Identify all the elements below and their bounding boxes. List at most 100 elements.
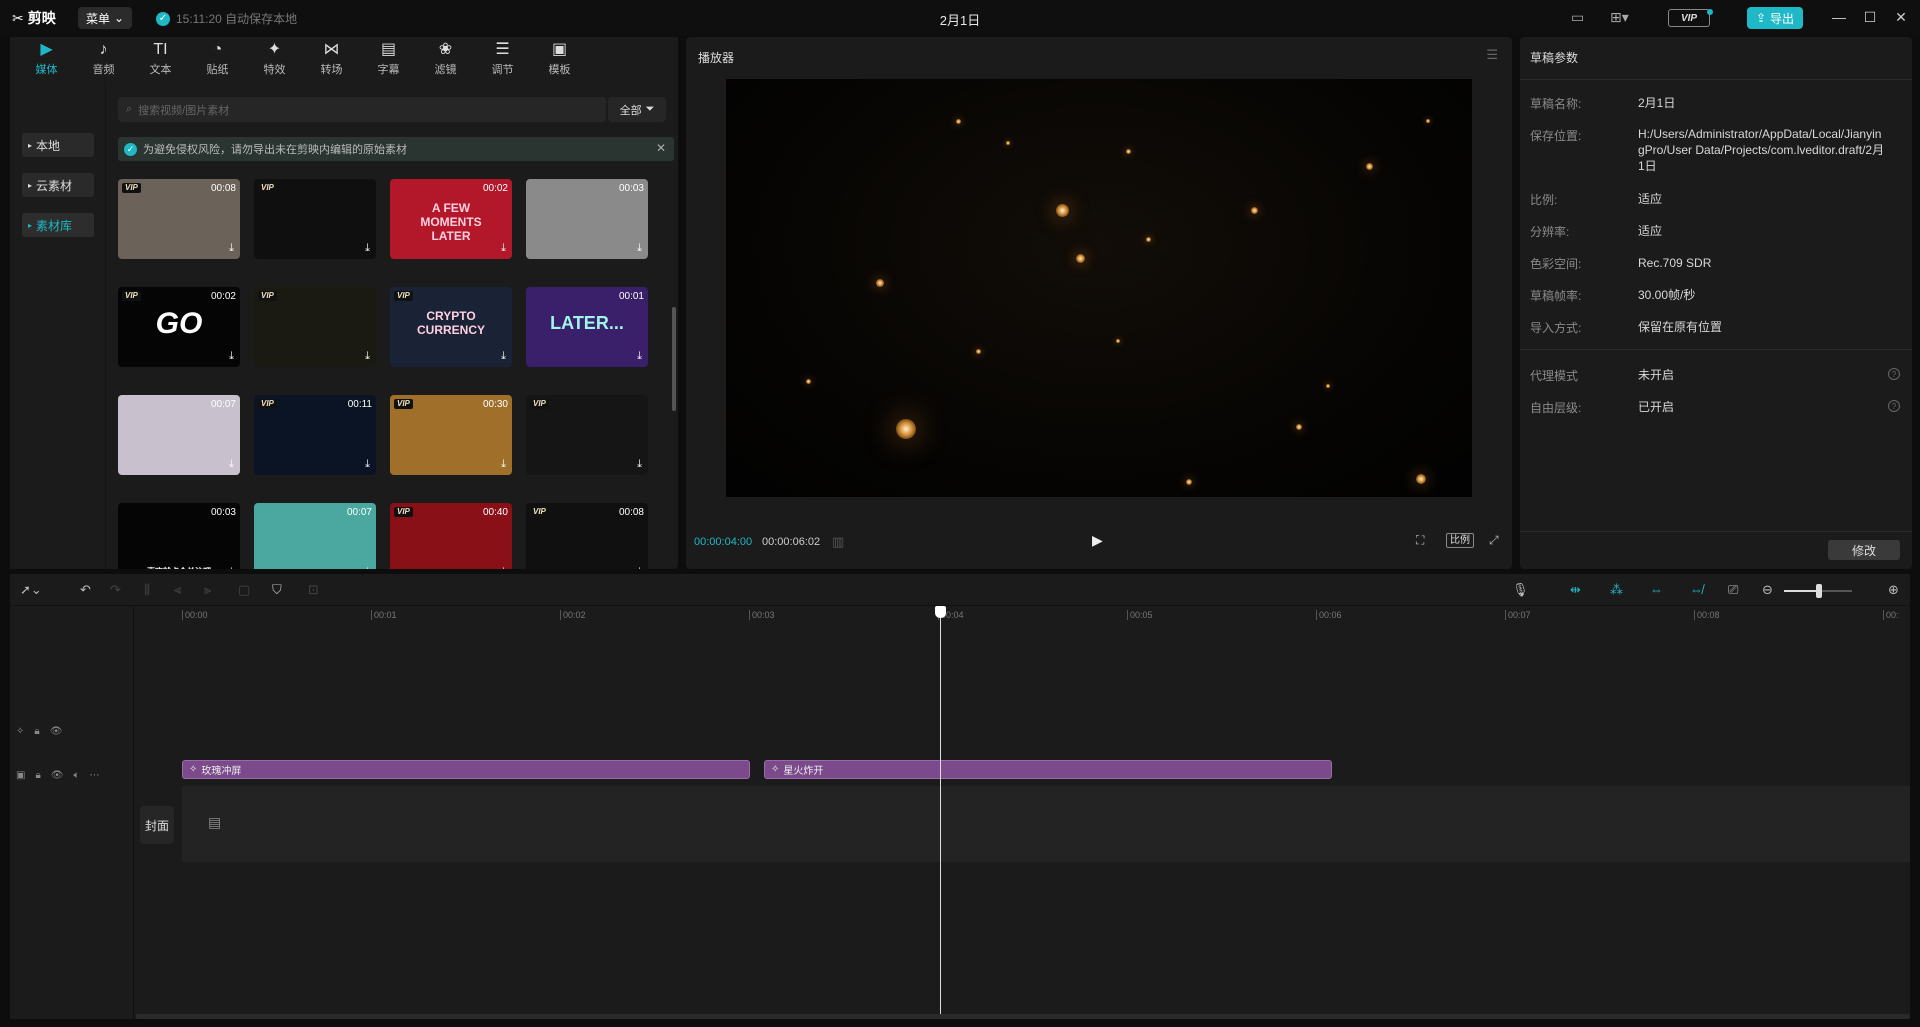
ratio-button[interactable]: 比例 [1446, 533, 1474, 548]
linkage-icon[interactable]: ⇎ [1690, 582, 1703, 597]
download-icon[interactable]: ⤓ [229, 242, 234, 255]
play-icon[interactable]: ▶ [1092, 532, 1103, 549]
download-icon[interactable]: ⤓ [637, 350, 642, 363]
video-preview[interactable] [726, 79, 1472, 497]
link-icon[interactable]: ⁂ [1610, 582, 1623, 598]
media-thumbnail[interactable]: 00:07 ⤓ [118, 395, 240, 475]
download-icon[interactable]: ⤓ [637, 242, 642, 255]
effect-clip[interactable]: ✧ 星火炸开 [764, 760, 1332, 779]
download-icon[interactable]: ⤓ [229, 566, 234, 569]
media-thumbnail[interactable]: 00:03 ⤓ [526, 179, 648, 259]
microphone-icon[interactable]: 🎙 [1512, 582, 1529, 598]
download-icon[interactable]: ⤓ [501, 566, 506, 569]
export-button[interactable]: ⇪ 导出 [1747, 7, 1803, 29]
media-thumbnail[interactable]: VIP 00:40 ⤓ [390, 503, 512, 569]
zoom-out-icon[interactable]: ⊖ [1762, 582, 1773, 598]
time-ruler[interactable]: 00:00 00:01 00:02 00:03 00:04 00:05 00:06 00:07… [182, 610, 1910, 628]
media-thumbnail[interactable]: VIP 00:02 GO ⤓ [118, 287, 240, 367]
lock-icon[interactable]: 🔒︎ [34, 726, 39, 737]
tab-filter[interactable]: ❀ 滤镜 [417, 37, 474, 81]
minimize-icon[interactable]: — [1829, 9, 1849, 25]
media-thumbnail[interactable]: VIP 00:08 ⤓ [526, 503, 648, 569]
download-icon[interactable]: ⤓ [365, 458, 370, 471]
menu-button[interactable]: 菜单 ⌄ [78, 7, 132, 29]
media-thumbnail[interactable]: VIP 00:11 ⤓ [254, 395, 376, 475]
marker-icon[interactable]: ⛉ [272, 582, 282, 598]
playhead[interactable] [940, 612, 941, 1014]
close-icon[interactable]: ✕ [656, 141, 666, 155]
snap-icon[interactable]: ⇹ [1570, 582, 1581, 598]
zoom-slider-handle[interactable] [1816, 584, 1822, 598]
tab-effect[interactable]: ✦ 特效 [246, 37, 303, 81]
playhead-handle[interactable] [935, 606, 946, 618]
waveform-icon[interactable]: ▥ [832, 534, 844, 550]
menu-lines-icon[interactable]: ☰ [1486, 47, 1498, 63]
media-thumbnail[interactable]: VIP 00:08 ⤓ [118, 179, 240, 259]
horizontal-scrollbar[interactable] [136, 1014, 1910, 1019]
help-icon[interactable]: ? [1888, 368, 1900, 380]
media-thumbnail[interactable]: VIP ⤓ [254, 287, 376, 367]
media-thumbnail[interactable]: VIP CRYPTO CURRENCY ⤓ [390, 287, 512, 367]
tab-media[interactable]: ▶ 媒体 [18, 37, 75, 81]
screenshot-icon[interactable]: ⎚ [1728, 582, 1738, 598]
media-thumbnail[interactable]: 00:07 ⤓ [254, 503, 376, 569]
trim-left-icon[interactable]: ⫷ [174, 582, 181, 598]
media-thumbnail[interactable]: 00:03 喜欢就点个关注吧⤓ [118, 503, 240, 569]
modify-button[interactable]: 修改 [1828, 540, 1900, 560]
eye-icon[interactable]: 👁︎ [50, 726, 63, 737]
media-thumbnail[interactable]: VIP 00:30 ⤓ [390, 395, 512, 475]
tab-audio[interactable]: ♪ 音频 [75, 37, 132, 81]
volume-icon[interactable]: 🔈︎ [73, 770, 79, 781]
search-input[interactable]: ⌕ 搜索视频/图片素材 [118, 97, 606, 122]
maximize-icon[interactable]: ☐ [1860, 9, 1880, 26]
split-icon[interactable]: ⫼ [144, 582, 150, 598]
trim-right-icon[interactable]: ⫸ [204, 582, 211, 598]
fullscreen-icon[interactable]: ⤢ [1489, 533, 1499, 548]
download-icon[interactable]: ⤓ [365, 350, 370, 363]
lock-icon[interactable]: 🔒︎ [35, 770, 40, 781]
redo-icon[interactable]: ↷ [110, 582, 121, 598]
tab-sticker[interactable]: ◔ 贴纸 [189, 37, 246, 81]
media-thumbnail[interactable]: 00:01 LATER... ⤓ [526, 287, 648, 367]
close-icon[interactable]: ✕ [1891, 9, 1911, 26]
tab-transition[interactable]: ⋈ 转场 [303, 37, 360, 81]
crop-icon[interactable]: ⊡ [308, 582, 319, 598]
layout-icon[interactable]: ▭ [1571, 9, 1584, 26]
fit-screen-icon[interactable]: ⛶ [1416, 533, 1424, 548]
download-icon[interactable]: ⤓ [229, 350, 234, 363]
help-icon[interactable]: ? [1888, 400, 1900, 412]
param-label: 色彩空间: [1530, 257, 1582, 271]
sidebar-item-local[interactable]: ▸ 本地 [22, 133, 94, 157]
download-icon[interactable]: ⤓ [501, 350, 506, 363]
cover-button[interactable]: 封面 [140, 806, 174, 844]
tab-text[interactable]: TI 文本 [132, 37, 189, 81]
download-icon[interactable]: ⤓ [365, 242, 370, 255]
download-icon[interactable]: ⤓ [229, 458, 234, 471]
tab-subtitle[interactable]: ▤ 字幕 [360, 37, 417, 81]
tab-adjust[interactable]: ☰ 调节 [474, 37, 531, 81]
tab-template[interactable]: ▣ 模板 [531, 37, 588, 81]
sidebar-item-library[interactable]: ▸ 素材库 [22, 213, 94, 237]
main-video-track[interactable]: ▤ [182, 786, 1910, 862]
more-icon[interactable]: ⋯ [89, 770, 99, 781]
media-thumbnail[interactable]: VIP ⤓ [526, 395, 648, 475]
download-icon[interactable]: ⤓ [501, 242, 506, 255]
download-icon[interactable]: ⤓ [501, 458, 506, 471]
filter-button[interactable]: 全部 ⏷ [608, 97, 666, 122]
eye-icon[interactable]: 👁︎ [51, 770, 64, 781]
media-thumbnail[interactable]: 00:02 A FEW MOMENTS LATER ⤓ [390, 179, 512, 259]
effect-clip[interactable]: ✧ 玫瑰冲屏 [182, 760, 750, 779]
zoom-in-icon[interactable]: ⊕ [1888, 582, 1899, 598]
scrollbar[interactable] [672, 307, 676, 411]
undo-icon[interactable]: ↶ [80, 582, 91, 598]
select-cursor-icon[interactable]: ➚⌄ [20, 582, 42, 598]
vip-badge[interactable]: VIP [1668, 9, 1710, 27]
screen-layout-icon[interactable]: ⊞▾ [1610, 9, 1629, 26]
media-thumbnail[interactable]: VIP ⤓ [254, 179, 376, 259]
download-icon[interactable]: ⤓ [637, 458, 642, 471]
download-icon[interactable]: ⤓ [637, 566, 642, 569]
delete-icon[interactable]: ▢ [238, 582, 250, 598]
sidebar-item-cloud[interactable]: ▸ 云素材 [22, 173, 94, 197]
preview-axis-icon[interactable]: ⇔ [1650, 582, 1663, 597]
download-icon[interactable]: ⤓ [365, 566, 370, 569]
